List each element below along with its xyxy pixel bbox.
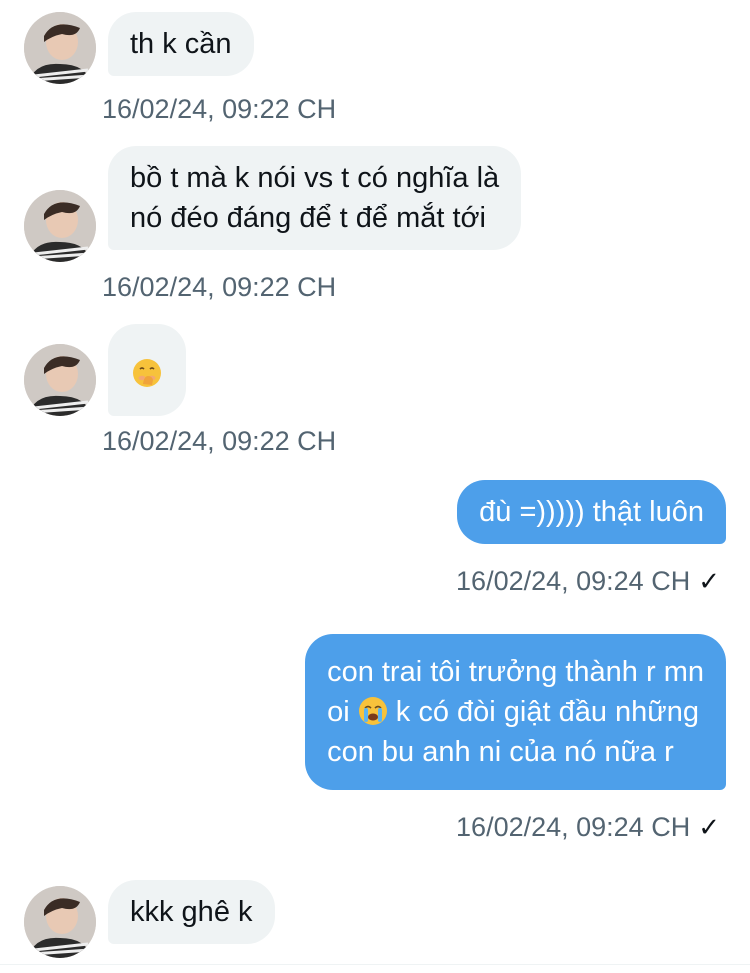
sender-avatar[interactable] <box>24 190 96 262</box>
avatar-photo <box>24 886 96 958</box>
message-bubble-outgoing[interactable]: đù =))))) thật luôn <box>457 480 726 544</box>
divider <box>0 964 750 965</box>
message-text: th k cần <box>130 28 232 60</box>
message-timestamp: 16/02/24, 09:24 CH ✓ <box>456 566 720 597</box>
avatar-photo <box>24 190 96 262</box>
timestamp-text: 16/02/24, 09:24 CH <box>456 812 691 842</box>
message-timestamp: 16/02/24, 09:24 CH ✓ <box>456 812 720 843</box>
message-text-line: nó đéo đáng để t để mắt tới <box>130 202 486 234</box>
message-timestamp: 16/02/24, 09:22 CH <box>102 426 337 456</box>
message-bubble-incoming[interactable] <box>108 324 186 416</box>
message-text-line: bồ t mà k nói vs t có nghĩa là <box>130 162 500 194</box>
sent-check-icon: ✓ <box>698 566 720 596</box>
message-bubble-incoming[interactable]: bồ t mà k nói vs t có nghĩa là nó đéo đá… <box>108 146 522 250</box>
message-text-fragment: k có đòi giật đầu những <box>395 696 699 728</box>
hand-over-mouth-emoji <box>132 358 162 388</box>
message-timestamp: 16/02/24, 09:22 CH <box>102 272 337 302</box>
timestamp-text: 16/02/24, 09:24 CH <box>456 566 691 596</box>
message-text: đù =))))) thật luôn <box>479 496 704 528</box>
message-timestamp: 16/02/24, 09:22 CH <box>102 94 337 124</box>
message-bubble-incoming[interactable]: th k cần <box>108 12 254 76</box>
sender-avatar[interactable] <box>24 12 96 84</box>
sent-check-icon: ✓ <box>698 812 720 842</box>
message-bubble-incoming[interactable]: kkk ghê k <box>108 880 275 944</box>
avatar-photo <box>24 12 96 84</box>
message-text-line: con trai tôi trưởng thành r mn <box>327 656 704 688</box>
avatar-photo <box>24 344 96 416</box>
loudly-crying-emoji <box>358 696 388 726</box>
message-bubble-outgoing[interactable]: con trai tôi trưởng thành r mn oi k có đ… <box>305 634 726 790</box>
sender-avatar[interactable] <box>24 886 96 958</box>
sender-avatar[interactable] <box>24 344 96 416</box>
message-text: kkk ghê k <box>130 896 253 928</box>
message-text-line: oi k có đòi giật đầu những <box>327 692 704 732</box>
message-text-line: con bu anh ni của nó nữa r <box>327 736 674 768</box>
message-text-fragment: oi <box>327 696 350 728</box>
